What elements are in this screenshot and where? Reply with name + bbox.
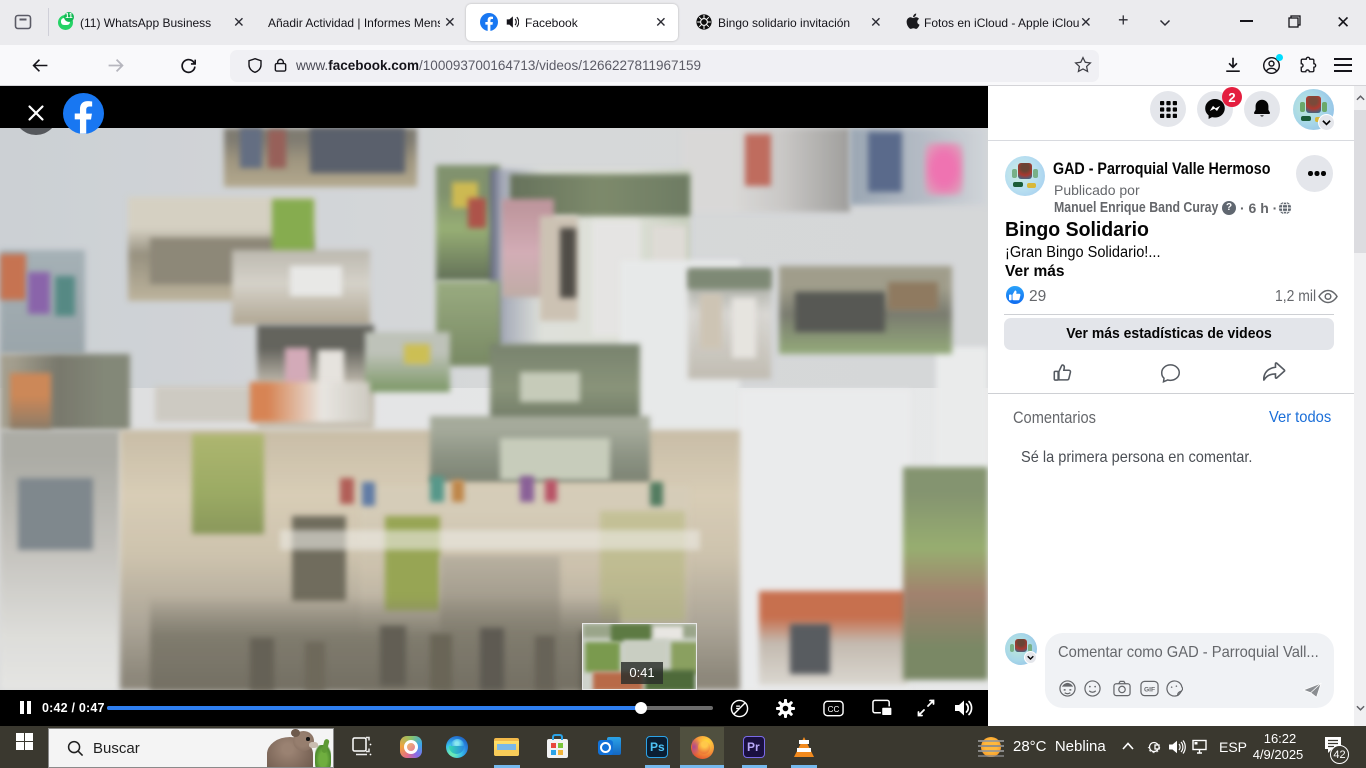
svg-text:CC: CC [828,705,840,714]
svg-text:GIF: GIF [1144,687,1155,694]
